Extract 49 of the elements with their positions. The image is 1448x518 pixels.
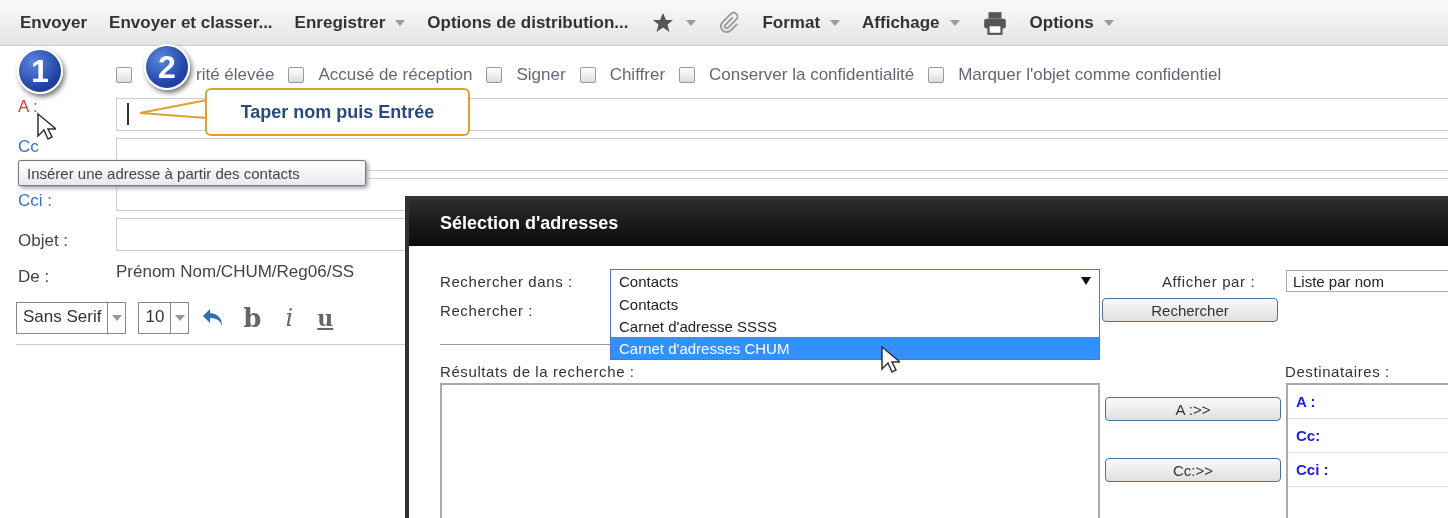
printer-icon: [981, 9, 1008, 36]
callout-note: Taper nom puis Entrée: [205, 88, 470, 136]
toolbar-button[interactable]: Enregistrer: [294, 12, 406, 33]
sender-value: Prénom Nom/CHUM/Reg06/SS: [116, 262, 355, 282]
toolbar-button[interactable]: Options: [1029, 12, 1114, 33]
search-in-label: Rechercher dans :: [440, 272, 574, 290]
display-by-label: Afficher par :: [1162, 272, 1257, 290]
toolbar-button[interactable]: Envoyer et classer...: [109, 12, 273, 33]
toolbar-button[interactable]: Affichage: [862, 12, 960, 33]
cursor-icon: [36, 112, 56, 142]
toolbar-button[interactable]: Options de distribution...: [427, 12, 629, 33]
font-select[interactable]: Sans Serif: [16, 302, 127, 334]
field-label[interactable]: Cc: [18, 137, 116, 157]
add-recipient-button[interactable]: A :>>: [1105, 397, 1281, 421]
display-select[interactable]: Liste par nom: [1286, 270, 1448, 292]
recipient-type: Cc:: [1288, 419, 1448, 453]
option-checkbox[interactable]: Accusé de réception: [288, 65, 473, 85]
size-select[interactable]: 10: [138, 302, 190, 334]
step-badge: 2: [144, 44, 190, 90]
option-checkbox[interactable]: Chiffrer: [579, 65, 666, 85]
tooltip: Insérer une adresse à partir des contacts: [18, 160, 366, 186]
recipient-type: Cci :: [1288, 453, 1448, 487]
recipient-type: A :: [1288, 385, 1448, 419]
paperclip-icon: [718, 10, 741, 35]
dialog-title: Sélection d'adresses: [409, 200, 1448, 246]
add-recipient-button[interactable]: Cc:>>: [1105, 458, 1281, 482]
callout-pointer: [138, 98, 208, 120]
search-button[interactable]: Rechercher: [1102, 298, 1278, 322]
text-style-button[interactable]: u: [311, 305, 340, 331]
caret-icon: [174, 315, 185, 321]
recipients-label: Destinataires :: [1285, 362, 1390, 380]
caret-icon: [111, 315, 122, 321]
search-label: Rechercher :: [440, 301, 534, 319]
option-checkbox[interactable]: Signer: [486, 65, 566, 85]
printer-button[interactable]: [981, 9, 1008, 36]
field-label: Objet :: [18, 231, 70, 251]
option-checkbox[interactable]: Marquer l'objet comme confidentiel: [928, 65, 1222, 85]
text-style-button[interactable]: i: [279, 304, 300, 332]
field-label[interactable]: Cci :: [18, 191, 116, 211]
toolbar-button[interactable]: Envoyer: [20, 12, 88, 33]
text-style-button[interactable]: b: [237, 303, 268, 333]
results-label: Résultats de la recherche :: [440, 362, 636, 380]
option-checkbox[interactable]: Conserver la confidentialité: [679, 65, 915, 85]
caret-icon: [1081, 277, 1091, 285]
field-label[interactable]: A :: [18, 97, 116, 117]
field-label: De :: [18, 267, 51, 287]
toolbar-button[interactable]: Format: [762, 12, 841, 33]
step-badge: 1: [17, 48, 63, 94]
paperclip-button[interactable]: [718, 10, 741, 35]
